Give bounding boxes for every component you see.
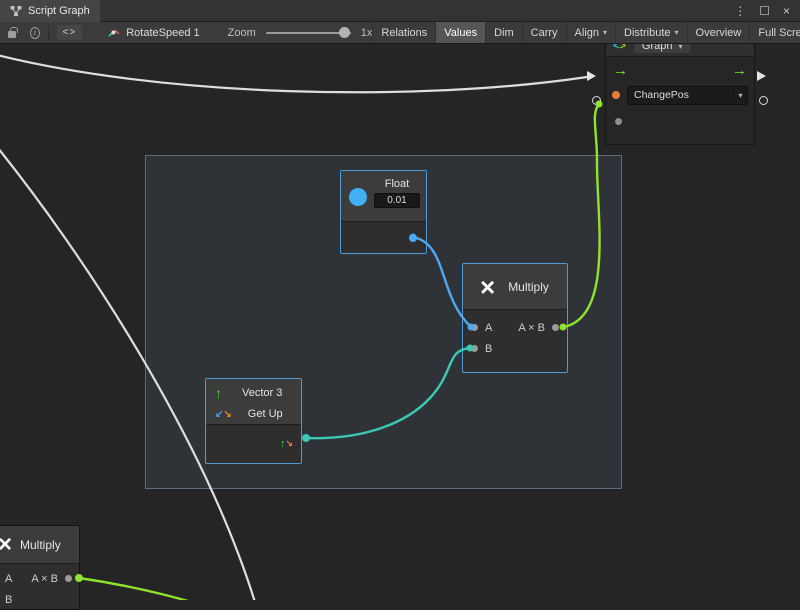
maximize-icon[interactable]: ☐ <box>759 4 770 18</box>
node-vector3-get-up[interactable]: ↑ Vector 3 ↙↘ Get Up ↑↘ <box>205 378 302 464</box>
flow-output-triangle[interactable] <box>757 71 766 81</box>
node-float[interactable]: Float 0.01 <box>340 170 427 254</box>
toolbar-divider <box>48 26 49 40</box>
get-variable-icon: ↙↘ <box>215 408 232 420</box>
carry-button[interactable]: Carry <box>522 22 566 43</box>
node-subtitle: Get Up <box>248 408 283 420</box>
toolbar-buttons: Relations Values Dim Carry Align ▾ Distr… <box>372 22 800 43</box>
node-title: Multiply <box>508 280 549 294</box>
vector3-up-icon: ↑ <box>215 385 222 401</box>
graph-name: RotateSpeed 1 <box>126 27 199 39</box>
changepos-variable-dropdown[interactable]: ChangePos ▾ <box>627 86 748 105</box>
zoom-slider[interactable] <box>266 32 351 34</box>
edit-code-button[interactable]: <> <box>57 25 83 40</box>
node-title: Float <box>385 178 409 190</box>
node-title: Multiply <box>20 538 61 552</box>
chevron-down-icon: ▾ <box>733 91 747 100</box>
tab-title: Script Graph <box>28 5 90 17</box>
info-icon[interactable]: i <box>30 27 40 39</box>
relations-button[interactable]: Relations <box>372 22 435 43</box>
graph-asset-icon <box>108 27 120 39</box>
port-label-out: A × B <box>518 322 545 334</box>
port-label-a: A <box>5 573 12 585</box>
graph-toolbar: i <> RotateSpeed 1 Zoom 1x Relations Val… <box>0 22 800 44</box>
window-menu-icon[interactable]: ⋮ <box>734 4 746 18</box>
flow-input-triangle[interactable] <box>587 71 596 81</box>
multiply-icon: × <box>480 274 495 300</box>
value-output-circle[interactable] <box>759 96 768 105</box>
node-multiply[interactable]: × Multiply A A × B B <box>462 263 568 373</box>
zoom-value: 1x <box>361 27 373 39</box>
multiply-icon: × <box>0 533 12 557</box>
close-icon[interactable]: × <box>783 4 790 18</box>
input-port-b[interactable] <box>471 345 478 352</box>
node-multiply-partial[interactable]: × Multiply A A × B B <box>0 525 80 610</box>
float-type-icon <box>349 188 367 206</box>
value-port[interactable] <box>615 118 622 125</box>
node-title: Vector 3 <box>242 387 282 399</box>
values-button[interactable]: Values <box>435 22 485 43</box>
output-port[interactable] <box>552 324 559 331</box>
zoom-slider-handle[interactable] <box>339 27 350 38</box>
chevron-down-icon: ▾ <box>675 28 679 37</box>
align-dropdown[interactable]: Align ▾ <box>566 22 615 43</box>
float-value-input[interactable]: 0.01 <box>374 193 420 208</box>
lock-icon[interactable] <box>8 31 16 38</box>
port-label-a: A <box>485 322 492 334</box>
overview-button[interactable]: Overview <box>687 22 750 43</box>
zoom-label: Zoom <box>228 27 256 39</box>
window-titlebar: Script Graph ⋮ ☐ × <box>0 0 800 22</box>
tab-script-graph[interactable]: Script Graph <box>0 0 100 22</box>
input-port-a[interactable] <box>471 324 478 331</box>
float-output-port[interactable] <box>409 234 417 242</box>
port-label-out: A × B <box>31 573 58 585</box>
script-graph-icon <box>10 5 22 17</box>
output-port[interactable] <box>65 575 72 582</box>
fullscreen-button[interactable]: Full Screen <box>749 22 800 43</box>
chevron-down-icon: ▾ <box>603 28 607 37</box>
graph-breadcrumb[interactable]: RotateSpeed 1 <box>108 27 199 39</box>
value-input-circle[interactable] <box>592 96 601 105</box>
vector3-output-port[interactable]: ↑↘ <box>280 438 293 450</box>
dim-button[interactable]: Dim <box>485 22 522 43</box>
distribute-dropdown[interactable]: Distribute ▾ <box>615 22 686 43</box>
flow-in-icon[interactable]: → <box>613 63 628 78</box>
variable-port[interactable] <box>612 91 620 99</box>
graph-header-panel: <> Graph ▾ → → ChangePos ▾ <box>605 35 755 145</box>
port-label-b: B <box>485 343 492 355</box>
flow-out-icon[interactable]: → <box>732 63 747 78</box>
